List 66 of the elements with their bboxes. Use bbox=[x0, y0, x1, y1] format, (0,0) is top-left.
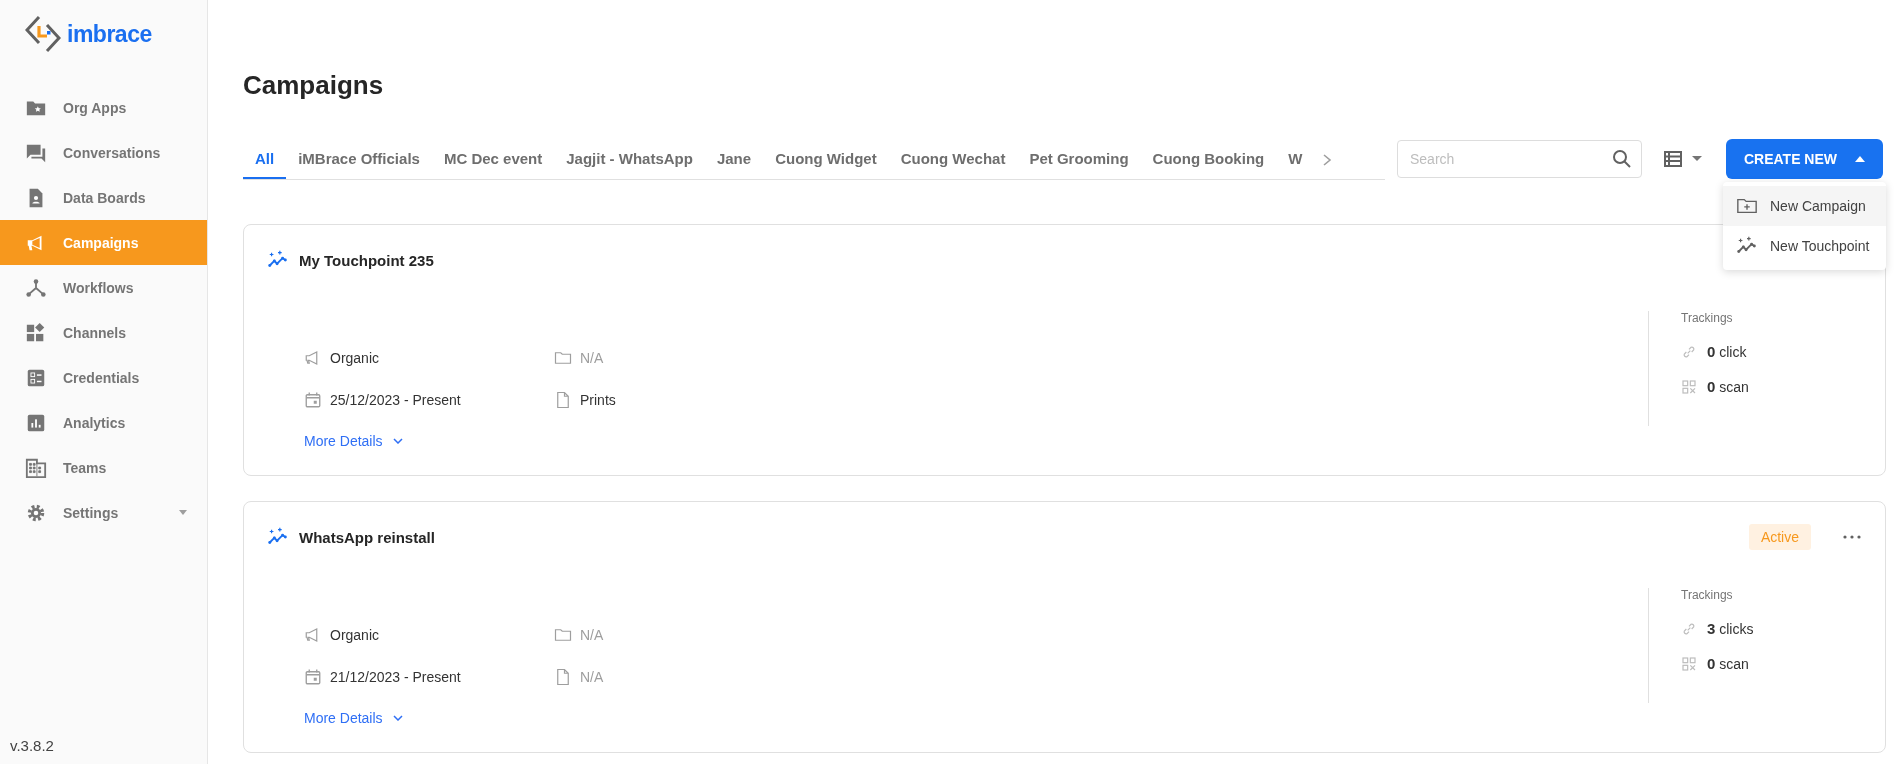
folder-icon bbox=[554, 349, 572, 367]
detail-text: N/A bbox=[580, 669, 604, 685]
sidebar-item[interactable]: Workflows bbox=[0, 265, 207, 310]
detail-text: N/A bbox=[580, 627, 604, 643]
page-title: Campaigns bbox=[243, 70, 385, 102]
caret-icon[interactable] bbox=[179, 510, 187, 515]
tab[interactable]: All bbox=[243, 150, 287, 179]
file-icon bbox=[554, 668, 572, 686]
qr-code-icon bbox=[1681, 378, 1697, 395]
tab[interactable]: iMBrace Officials bbox=[286, 150, 432, 179]
version-label: v.3.8.2 bbox=[9, 737, 55, 756]
calendar-icon bbox=[304, 391, 322, 409]
logo-text: imbrace bbox=[67, 20, 152, 48]
tab[interactable]: Cuong Wechat bbox=[888, 150, 1018, 179]
detail-text: Prints bbox=[580, 392, 616, 408]
tracking-count: 3 clicks bbox=[1707, 620, 1754, 637]
chevron-down-icon bbox=[392, 438, 403, 444]
logo-icon bbox=[25, 14, 61, 54]
caret-icon[interactable] bbox=[1692, 156, 1702, 161]
sidebar-item[interactable]: Credentials bbox=[0, 355, 207, 400]
sidebar-item[interactable]: Org Apps bbox=[0, 85, 207, 130]
tab[interactable]: Pet Grooming bbox=[1017, 150, 1141, 179]
tab[interactable]: MC Dec event bbox=[431, 150, 555, 179]
detail-text: Organic bbox=[330, 627, 380, 643]
menu-item[interactable]: New Campaign bbox=[1723, 186, 1886, 226]
more-icon[interactable] bbox=[1843, 535, 1861, 539]
list-view-icon[interactable] bbox=[1664, 150, 1682, 167]
chevron-down-icon bbox=[392, 715, 403, 721]
sidebar-item[interactable]: Settings bbox=[0, 490, 207, 535]
tab[interactable]: Cuong Widget bbox=[763, 150, 889, 179]
calendar-icon bbox=[304, 668, 322, 686]
link-icon bbox=[1681, 343, 1697, 360]
create-new-button[interactable]: CREATE NEW bbox=[1726, 138, 1883, 179]
search-field[interactable]: Search bbox=[1397, 139, 1642, 178]
tracking-count: 0 click bbox=[1707, 343, 1747, 360]
more-details-link[interactable]: More Details bbox=[304, 710, 403, 726]
building-icon bbox=[25, 456, 47, 479]
sidebar-item[interactable]: Analytics bbox=[0, 400, 207, 445]
sidebar-item[interactable]: Data Boards bbox=[0, 175, 207, 220]
folder-icon bbox=[554, 626, 572, 644]
detail-text: N/A bbox=[580, 350, 604, 366]
file-icon bbox=[554, 391, 572, 409]
detail-text: 25/12/2023 - Present bbox=[330, 392, 461, 408]
qr-code-icon bbox=[1681, 655, 1697, 672]
detail-text: Organic bbox=[330, 350, 380, 366]
sidebar-item[interactable]: Conversations bbox=[0, 130, 207, 175]
tab[interactable]: Jane bbox=[704, 150, 764, 179]
more-details-link[interactable]: More Details bbox=[304, 433, 403, 449]
tab[interactable]: Cuong Booking bbox=[1140, 150, 1277, 179]
detail-text: 21/12/2023 - Present bbox=[330, 669, 461, 685]
link-icon bbox=[1681, 620, 1697, 637]
card-title: WhatsApp reinstall bbox=[299, 528, 436, 546]
tab[interactable]: W bbox=[1276, 150, 1315, 179]
sidebar-item[interactable]: Teams bbox=[0, 445, 207, 490]
tab[interactable]: Jagjit - WhatsApp bbox=[554, 150, 705, 179]
nodes-icon bbox=[25, 276, 47, 299]
search-icon bbox=[1612, 148, 1632, 169]
sidebar-item[interactable]: Channels bbox=[0, 310, 207, 355]
widgets-icon bbox=[25, 321, 47, 344]
card-title: My Touchpoint 235 bbox=[299, 251, 435, 269]
menu-item[interactable]: New Touchpoint bbox=[1723, 226, 1886, 266]
trackings-label: Trackings bbox=[1681, 588, 1734, 602]
status-badge: Active bbox=[1748, 524, 1811, 550]
tracking-count: 0 scan bbox=[1707, 378, 1749, 395]
tracking-count: 0 scan bbox=[1707, 655, 1749, 672]
trackings-label: Trackings bbox=[1681, 311, 1734, 325]
